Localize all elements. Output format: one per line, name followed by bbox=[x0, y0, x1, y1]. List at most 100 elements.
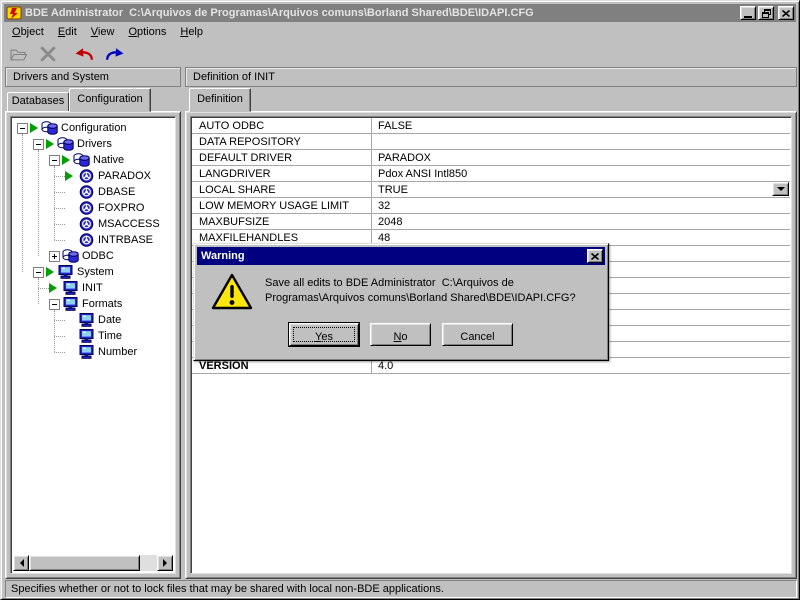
menu-object[interactable]: Object bbox=[5, 24, 51, 40]
computer-icon bbox=[78, 329, 95, 343]
tree-connector bbox=[38, 150, 39, 256]
tree-item-init[interactable]: INIT bbox=[49, 280, 173, 296]
tree-item-label[interactable]: MSACCESS bbox=[98, 218, 160, 230]
tree-item-label[interactable]: Drivers bbox=[77, 138, 112, 150]
param-value[interactable]: TRUE bbox=[372, 182, 790, 197]
rollback-undo-arrow-icon[interactable] bbox=[71, 43, 97, 65]
delete-x-icon[interactable] bbox=[35, 43, 61, 65]
dialog-close-button[interactable] bbox=[587, 249, 603, 263]
tree-item-label[interactable]: FOXPRO bbox=[98, 202, 144, 214]
tree-item-dbase[interactable]: DBASE bbox=[65, 184, 173, 200]
scrollbar-track[interactable] bbox=[29, 555, 157, 571]
tree-item-foxpro[interactable]: FOXPRO bbox=[65, 200, 173, 216]
dialog-title-bar[interactable]: Warning bbox=[197, 247, 605, 265]
scroll-right-button[interactable] bbox=[157, 555, 173, 571]
tree-item-label[interactable]: DBASE bbox=[98, 186, 135, 198]
right-panel-header: Definition of INIT bbox=[185, 67, 797, 87]
tree-item-configuration[interactable]: Configuration bbox=[17, 120, 173, 136]
tree-item-label[interactable]: INIT bbox=[82, 282, 103, 294]
tree-item-native[interactable]: Native bbox=[49, 152, 173, 168]
collapse-box[interactable] bbox=[49, 155, 60, 166]
tree-item-label[interactable]: ODBC bbox=[82, 250, 114, 262]
collapse-box[interactable] bbox=[33, 139, 44, 150]
configuration-tree: Configuration Drivers Native bbox=[13, 118, 173, 554]
menu-help[interactable]: Help bbox=[173, 24, 210, 40]
close-icon bbox=[782, 10, 790, 17]
toolbar bbox=[5, 41, 795, 67]
collapse-box[interactable] bbox=[33, 267, 44, 278]
param-name: DATA REPOSITORY bbox=[192, 134, 372, 149]
scrollbar-thumb[interactable] bbox=[29, 555, 140, 571]
tab-databases[interactable]: Databases bbox=[7, 92, 69, 111]
table-row[interactable]: AUTO ODBC FALSE bbox=[192, 118, 790, 134]
tree-item-odbc[interactable]: ODBC bbox=[49, 248, 173, 264]
tree-connector bbox=[22, 134, 23, 272]
table-row[interactable]: DEFAULT DRIVER PARADOX bbox=[192, 150, 790, 166]
dropdown-button[interactable] bbox=[772, 182, 789, 196]
param-name: LOCAL SHARE bbox=[192, 182, 372, 197]
tree-item-label[interactable]: System bbox=[77, 266, 114, 278]
bde-administrator-window: BDE Administrator C:\Arquivos de Program… bbox=[0, 0, 800, 600]
restore-button[interactable] bbox=[758, 6, 774, 20]
driver-icon bbox=[78, 201, 95, 215]
tree-item-drivers[interactable]: Drivers bbox=[33, 136, 173, 152]
tree-item-label[interactable]: Number bbox=[98, 346, 137, 358]
dialog-buttons: Yes No Cancel bbox=[197, 323, 605, 346]
tree-connector bbox=[54, 240, 65, 241]
param-value[interactable]: FALSE bbox=[372, 118, 790, 133]
param-value[interactable]: 2048 bbox=[372, 214, 790, 229]
collapse-box[interactable] bbox=[49, 299, 60, 310]
table-row[interactable]: MAXBUFSIZE 2048 bbox=[192, 214, 790, 230]
expand-box[interactable] bbox=[49, 251, 60, 262]
cancel-button-label: Cancel bbox=[443, 327, 512, 343]
collapse-box[interactable] bbox=[17, 123, 28, 134]
tree-item-label[interactable]: Configuration bbox=[61, 122, 126, 134]
left-panel-header: Drivers and System bbox=[5, 67, 181, 87]
table-row[interactable]: LANGDRIVER Pdox ANSI Intl850 bbox=[192, 166, 790, 182]
dialog-title: Warning bbox=[201, 250, 245, 262]
yes-button[interactable]: Yes bbox=[289, 323, 359, 346]
modified-arrow-icon bbox=[46, 136, 57, 152]
param-value[interactable]: 32 bbox=[372, 198, 790, 213]
scroll-left-button[interactable] bbox=[13, 555, 29, 571]
table-row[interactable]: LOW MEMORY USAGE LIMIT 32 bbox=[192, 198, 790, 214]
apply-redo-arrow-icon[interactable] bbox=[101, 43, 127, 65]
param-value[interactable] bbox=[372, 134, 790, 149]
open-folder-icon[interactable] bbox=[5, 43, 31, 65]
tree-item-label[interactable]: Time bbox=[98, 330, 122, 342]
table-row[interactable]: DATA REPOSITORY bbox=[192, 134, 790, 150]
cancel-button[interactable]: Cancel bbox=[442, 323, 513, 346]
tree-item-time[interactable]: Time bbox=[65, 328, 173, 344]
tree-view[interactable]: Configuration Drivers Native bbox=[10, 116, 176, 574]
tree-item-date[interactable]: Date bbox=[65, 312, 173, 328]
tree-item-label[interactable]: INTRBASE bbox=[98, 234, 153, 246]
title-bar[interactable]: BDE Administrator C:\Arquivos de Program… bbox=[4, 4, 796, 22]
menu-edit[interactable]: Edit bbox=[51, 24, 84, 40]
tab-configuration[interactable]: Configuration bbox=[69, 88, 151, 112]
menu-view[interactable]: View bbox=[84, 24, 122, 40]
tree-item-label[interactable]: Formats bbox=[82, 298, 122, 310]
tree-item-formats[interactable]: Formats bbox=[49, 296, 173, 312]
tree-item-number[interactable]: Number bbox=[65, 344, 173, 360]
tree-connector bbox=[54, 320, 65, 321]
tree-item-label[interactable]: PARADOX bbox=[98, 170, 151, 182]
tree-item-label[interactable]: Date bbox=[98, 314, 121, 326]
tree-item-intrbase[interactable]: INTRBASE bbox=[65, 232, 173, 248]
tree-item-system[interactable]: System bbox=[33, 264, 173, 280]
table-row-local-share[interactable]: LOCAL SHARE TRUE bbox=[192, 182, 790, 198]
tree-item-paradox[interactable]: PARADOX bbox=[65, 168, 173, 184]
menu-options[interactable]: Options bbox=[121, 24, 173, 40]
tree-horizontal-scrollbar[interactable] bbox=[13, 555, 173, 571]
param-value[interactable]: Pdox ANSI Intl850 bbox=[372, 166, 790, 181]
computer-icon bbox=[78, 345, 95, 359]
tree-connector bbox=[54, 176, 65, 177]
close-button[interactable] bbox=[778, 6, 794, 20]
tree-connector bbox=[38, 288, 49, 289]
param-name: DEFAULT DRIVER bbox=[192, 150, 372, 165]
minimize-button[interactable] bbox=[740, 6, 756, 20]
tree-item-msaccess[interactable]: MSACCESS bbox=[65, 216, 173, 232]
tab-definition[interactable]: Definition bbox=[189, 88, 251, 112]
no-button[interactable]: No bbox=[370, 323, 431, 346]
param-value[interactable]: PARADOX bbox=[372, 150, 790, 165]
tree-item-label[interactable]: Native bbox=[93, 154, 124, 166]
